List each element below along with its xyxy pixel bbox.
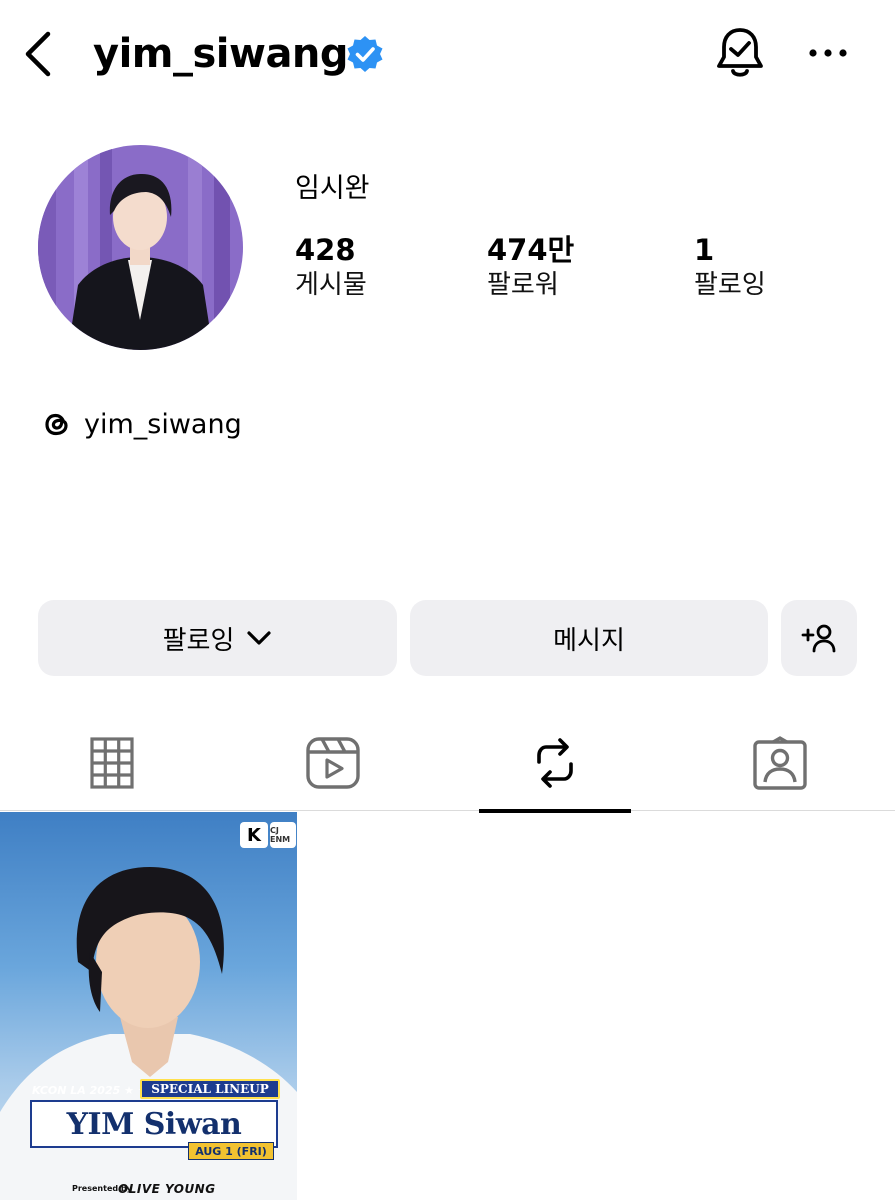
tab-tagged[interactable]: [704, 715, 856, 811]
post-date-badge: AUG 1 (FRI): [188, 1142, 274, 1160]
bell-check-icon: [717, 28, 763, 77]
cj-enm-logo: CJ ENM: [270, 822, 296, 848]
following-button-label: 팔로잉: [162, 625, 235, 656]
posts-grid: K CJ ENM KCON LA 2025 ★ ★ ★ SPECIAL LINE…: [0, 812, 895, 1200]
followers-count: 474만: [487, 233, 575, 267]
following-count-stat[interactable]: 1 팔로잉: [694, 232, 766, 302]
reels-icon: [306, 737, 360, 789]
profile-display-name: 임시완: [295, 173, 370, 204]
repost-icon: [537, 738, 573, 788]
following-dropdown-button[interactable]: 팔로잉: [38, 600, 397, 676]
threads-icon: [45, 413, 68, 436]
tab-posts-grid[interactable]: [36, 715, 188, 811]
back-button[interactable]: [18, 28, 58, 80]
profile-header: yim_siwang: [0, 0, 895, 110]
threads-handle: yim_siwang: [84, 408, 242, 440]
posts-label: 게시물: [295, 270, 367, 300]
profile-tabs: [0, 715, 895, 813]
tab-reposts[interactable]: [479, 715, 631, 813]
verified-badge-icon: [347, 36, 383, 72]
chevron-down-icon: [247, 631, 271, 645]
posts-count: 428: [295, 233, 356, 267]
post-name-box: YIM Siwan: [30, 1100, 278, 1148]
avatar-illustration: [38, 145, 243, 350]
post-artist-name: YIM Siwan: [66, 1106, 242, 1142]
chevron-left-icon: [25, 31, 51, 77]
kcon-logo: K: [240, 822, 268, 848]
following-label: 팔로잉: [694, 270, 766, 300]
threads-profile-link[interactable]: yim_siwang: [40, 402, 242, 446]
post-thumbnail[interactable]: K CJ ENM KCON LA 2025 ★ ★ ★ SPECIAL LINE…: [0, 812, 297, 1200]
profile-avatar[interactable]: [38, 145, 243, 350]
followers-label: 팔로워: [487, 270, 559, 300]
tab-reels[interactable]: [257, 715, 409, 811]
suggest-users-button[interactable]: [781, 600, 857, 676]
profile-username: yim_siwang: [93, 31, 349, 77]
following-count: 1: [694, 233, 715, 267]
more-horizontal-icon: [809, 49, 847, 57]
posts-count-stat[interactable]: 428 게시물: [295, 232, 367, 302]
notification-bell-button[interactable]: [712, 24, 768, 82]
add-person-icon: [801, 624, 836, 653]
message-button[interactable]: 메시지: [410, 600, 768, 676]
message-button-label: 메시지: [553, 625, 625, 656]
grid-icon: [90, 737, 134, 789]
post-lineup-banner: SPECIAL LINEUP: [140, 1079, 280, 1099]
tagged-icon: [753, 736, 807, 790]
followers-count-stat[interactable]: 474만 팔로워: [487, 232, 574, 302]
more-options-button[interactable]: [800, 30, 856, 76]
post-sponsor: OLIVE YOUNG: [118, 1182, 216, 1196]
